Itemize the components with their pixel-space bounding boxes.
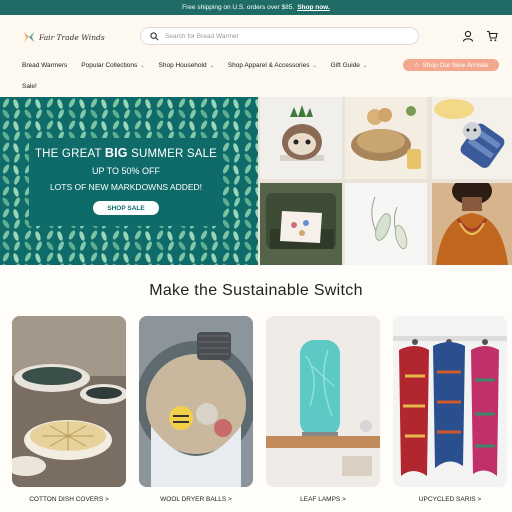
sale-headline: THE GREAT BIG SUMMER SALE [35, 146, 217, 160]
sloth-planter-image[interactable] [260, 97, 342, 179]
hero-section: THE GREAT BIG SUMMER SALE UP TO 50% OFF … [0, 97, 512, 265]
new-arrivals-label: Shop Our New Arrivals [422, 61, 489, 69]
nav-item-shop-apparel[interactable]: Shop Apparel & Accessories ⌄ [228, 62, 317, 69]
shop-now-link[interactable]: Shop now. [297, 4, 330, 11]
nav-item-gift-guide[interactable]: Gift Guide ⌄ [331, 62, 367, 69]
sale-panel: THE GREAT BIG SUMMER SALE UP TO 50% OFF … [29, 138, 223, 226]
chevron-down-icon: ⌄ [209, 62, 214, 69]
search-input[interactable] [165, 32, 405, 40]
chevron-down-icon: ⌄ [362, 62, 368, 69]
nav-item-label: Gift Guide [330, 62, 360, 69]
logo-text: Fair Trade Winds [39, 32, 105, 42]
section-title: Make the Sustainable Switch [149, 282, 363, 299]
category-link-saris[interactable]: UPCYCLED SARIS > [393, 496, 507, 503]
nav-item-label: Shop Household [158, 62, 207, 69]
category-card-leaf-lamps[interactable] [266, 316, 380, 487]
cart-icon[interactable] [485, 29, 499, 43]
site-header: Fair Trade Winds Bread Warmers Popular C… [0, 15, 512, 97]
logo[interactable]: Fair Trade Winds [22, 31, 105, 43]
sale-subtext: LOTS OF NEW MARKDOWNS ADDED! [49, 182, 203, 192]
headline-part: SUMMER SALE [131, 148, 218, 160]
search-icon [150, 31, 159, 40]
category-link-leaf-lamps[interactable]: LEAF LAMPS > [266, 496, 380, 503]
chevron-down-icon: ⌄ [140, 62, 145, 69]
search-bar[interactable] [140, 27, 419, 45]
shop-sale-button[interactable]: SHOP SALE [93, 201, 159, 215]
announcement-text: Free shipping on U.S. orders over $85. [182, 4, 295, 11]
model-necklace-image[interactable] [432, 183, 512, 265]
nav-item-label: Popular Collections [81, 62, 138, 69]
koala-toy-image[interactable] [432, 97, 512, 179]
nav-item-sale[interactable]: Sale! [22, 83, 37, 90]
nav-item-label: Bread Warmers [22, 62, 68, 69]
leaf-earrings-image[interactable] [345, 183, 427, 265]
nav-item-shop-household[interactable]: Shop Household ⌄ [159, 62, 214, 69]
category-card-dish-covers[interactable] [12, 316, 126, 487]
logo-mark-icon [24, 32, 34, 42]
account-icon[interactable] [461, 29, 475, 43]
nav-item-bread-warmers[interactable]: Bread Warmers [22, 62, 67, 69]
new-arrivals-button[interactable]: ☆ Shop Our New Arrivals [403, 59, 499, 71]
pillow-chair-image[interactable] [260, 183, 342, 265]
chevron-down-icon: ⌄ [312, 62, 317, 69]
category-card-dryer-balls[interactable] [139, 316, 253, 487]
category-card-saris[interactable] [393, 316, 507, 487]
nav-item-popular-collections[interactable]: Popular Collections ⌄ [81, 62, 144, 69]
nav-item-label: Shop Apparel & Accessories [227, 62, 310, 69]
category-link-dryer-balls[interactable]: WOOL DRYER BALLS > [139, 496, 253, 503]
bread-basket-image[interactable] [345, 97, 427, 179]
category-link-dish-covers[interactable]: COTTON DISH COVERS > [12, 496, 126, 503]
sale-banner[interactable]: THE GREAT BIG SUMMER SALE UP TO 50% OFF … [0, 97, 258, 265]
announcement-bar: Free shipping on U.S. orders over $85. S… [0, 0, 512, 15]
sale-discount: UP TO 50% OFF [91, 166, 161, 176]
main-nav: Bread Warmers Popular Collections ⌄ Shop… [22, 62, 381, 69]
headline-bold: BIG [104, 146, 128, 160]
star-icon: ☆ [413, 62, 420, 69]
headline-part: THE GREAT [34, 148, 102, 160]
